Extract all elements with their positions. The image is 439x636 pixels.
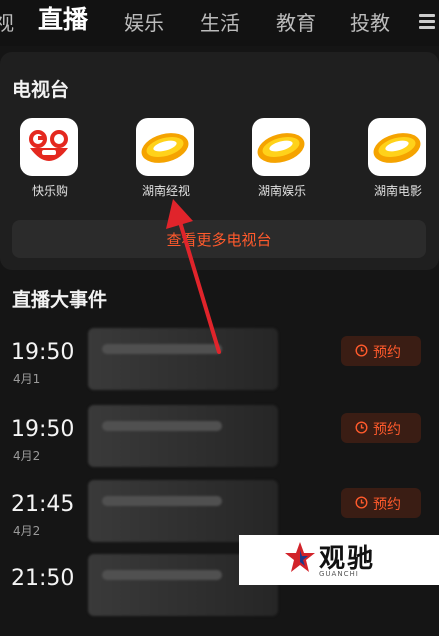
channel-label: 快乐购 xyxy=(31,184,68,198)
channel-label: 湖南电影 xyxy=(373,184,422,198)
event-date: 4月1 xyxy=(13,372,41,386)
channel-hunan-jingshi[interactable]: 湖南经视 xyxy=(136,118,196,204)
events-section-title: 直播大事件 xyxy=(12,289,108,311)
mango-tv-logo-icon xyxy=(368,118,426,176)
reserve-label: 预约 xyxy=(373,345,401,361)
event-date: 4月2 xyxy=(13,449,41,463)
reserve-button[interactable]: 预约 xyxy=(341,413,421,443)
tab-partial[interactable]: 视 xyxy=(0,8,14,38)
event-time: 21:50 xyxy=(11,566,75,591)
event-item[interactable]: 19:50 4月2 预约 xyxy=(0,405,439,487)
event-date: 4月2 xyxy=(13,524,41,538)
event-time: 21:45 xyxy=(11,492,75,517)
event-item[interactable]: 19:50 4月1 预约 xyxy=(0,328,439,410)
menu-icon[interactable] xyxy=(419,12,439,32)
tab-entertainment[interactable]: 娱乐 xyxy=(124,8,164,38)
tab-investment-education[interactable]: 投教 xyxy=(350,8,390,38)
tab-live[interactable]: 直播 xyxy=(38,5,88,35)
happigo-logo-icon xyxy=(20,118,78,176)
event-time: 19:50 xyxy=(11,340,75,365)
reserve-label: 预约 xyxy=(373,497,401,513)
event-thumbnail-blurred[interactable] xyxy=(88,480,278,542)
event-thumbnail-blurred[interactable] xyxy=(88,405,278,467)
channel-label: 湖南娱乐 xyxy=(257,184,306,198)
top-nav: 视 直播 娱乐 生活 教育 投教 xyxy=(0,0,439,46)
event-time: 19:50 xyxy=(11,417,75,442)
reserve-button[interactable]: 预约 xyxy=(341,336,421,366)
mango-tv-logo-icon xyxy=(252,118,310,176)
reserve-button[interactable]: 预约 xyxy=(341,488,421,518)
star-logo-icon xyxy=(285,542,315,572)
clock-icon xyxy=(355,496,368,509)
event-thumbnail-blurred[interactable] xyxy=(88,328,278,390)
reserve-label: 预约 xyxy=(373,422,401,438)
clock-icon xyxy=(355,421,368,434)
channel-happigo[interactable]: 快乐购 xyxy=(20,118,80,204)
watermark-subtext: GUANCHI xyxy=(319,570,359,578)
tv-section-title: 电视台 xyxy=(12,79,70,101)
watermark: 观驰 GUANCHI xyxy=(239,535,439,585)
channel-hunan-yule[interactable]: 湖南娱乐 xyxy=(252,118,312,204)
clock-icon xyxy=(355,344,368,357)
mango-tv-logo-icon xyxy=(136,118,194,176)
more-channels-button[interactable]: 查看更多电视台 xyxy=(12,220,426,258)
channel-label: 湖南经视 xyxy=(141,184,190,198)
more-channels-label: 查看更多电视台 xyxy=(166,231,272,249)
tab-life[interactable]: 生活 xyxy=(200,8,240,38)
tab-education[interactable]: 教育 xyxy=(276,8,316,38)
channel-hunan-dianying[interactable]: 湖南电影 xyxy=(368,118,428,204)
